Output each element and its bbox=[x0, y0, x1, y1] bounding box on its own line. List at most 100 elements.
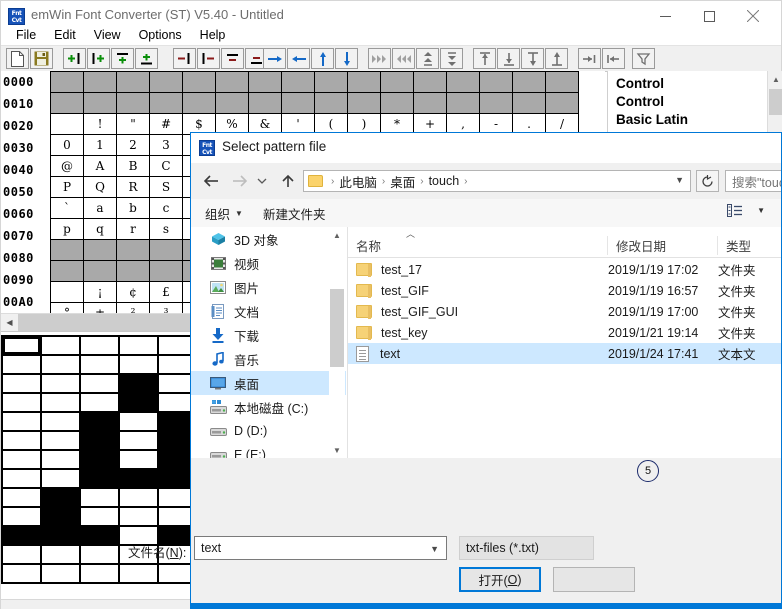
charmap-cell[interactable]: 0 bbox=[51, 135, 84, 156]
bitmap-pixel[interactable] bbox=[120, 451, 159, 470]
charmap-cell[interactable] bbox=[51, 282, 84, 303]
bitmap-pixel[interactable] bbox=[42, 546, 81, 565]
charmap-cell[interactable] bbox=[183, 93, 216, 114]
menu-edit[interactable]: Edit bbox=[45, 26, 85, 44]
delete-char-left-icon[interactable] bbox=[173, 48, 196, 69]
bitmap-pixel[interactable] bbox=[81, 356, 120, 375]
charmap-cell[interactable] bbox=[84, 261, 117, 282]
charmap-cell[interactable] bbox=[513, 93, 546, 114]
bitmap-pixel[interactable] bbox=[81, 451, 120, 470]
charmap-cell[interactable]: 1 bbox=[84, 135, 117, 156]
up-button[interactable] bbox=[275, 168, 301, 194]
save-file-icon[interactable] bbox=[30, 48, 53, 69]
view-layout-icon[interactable] bbox=[727, 204, 743, 217]
bitmap-pixel[interactable] bbox=[81, 527, 120, 546]
breadcrumb-this-pc[interactable]: 此电脑 bbox=[339, 172, 377, 191]
charmap-cell[interactable] bbox=[117, 261, 150, 282]
bitmap-pixel[interactable] bbox=[81, 432, 120, 451]
bitmap-pixel[interactable] bbox=[120, 432, 159, 451]
menu-options[interactable]: Options bbox=[130, 26, 191, 44]
bitmap-pixel[interactable] bbox=[159, 356, 191, 375]
charmap-cell[interactable] bbox=[282, 72, 315, 93]
charmap-cell[interactable]: s bbox=[150, 219, 183, 240]
organize-button[interactable]: 组织 ▼ bbox=[205, 204, 243, 223]
bitmap-pixel[interactable] bbox=[159, 508, 191, 527]
charmap-cell[interactable] bbox=[447, 93, 480, 114]
charmap-cell[interactable]: q bbox=[84, 219, 117, 240]
charmap-cell[interactable] bbox=[117, 72, 150, 93]
bitmap-pixel[interactable] bbox=[42, 432, 81, 451]
charmap-cell[interactable] bbox=[84, 93, 117, 114]
bitmap-pixel[interactable] bbox=[81, 565, 120, 584]
charmap-cell[interactable] bbox=[447, 72, 480, 93]
charmap-cell[interactable] bbox=[150, 261, 183, 282]
bitmap-pixel[interactable] bbox=[42, 375, 81, 394]
charmap-cell[interactable] bbox=[282, 93, 315, 114]
charmap-cell[interactable]: C bbox=[150, 156, 183, 177]
tree-item-9[interactable]: E (E:) bbox=[191, 443, 346, 458]
tree-item-3[interactable]: 文档 bbox=[191, 299, 346, 323]
bitmap-pixel[interactable] bbox=[42, 451, 81, 470]
charmap-cell[interactable]: A bbox=[84, 156, 117, 177]
chevron-up-icon[interactable]: ▲ bbox=[329, 227, 345, 243]
bitmap-pixel[interactable] bbox=[81, 337, 120, 356]
bitmap-pixel[interactable] bbox=[3, 546, 42, 565]
bitmap-pixel[interactable] bbox=[159, 413, 191, 432]
range-item[interactable]: Basic Latin bbox=[608, 111, 782, 129]
charmap-cell[interactable]: p bbox=[51, 219, 84, 240]
bitmap-pixel[interactable] bbox=[3, 356, 42, 375]
bitmap-pixel[interactable] bbox=[42, 508, 81, 527]
bitmap-pixel[interactable] bbox=[81, 508, 120, 527]
navigation-tree[interactable]: 3D 对象视频图片文档下载音乐桌面本地磁盘 (C:)D (D:)E (E:)网络… bbox=[191, 227, 346, 458]
tree-item-0[interactable]: 3D 对象 bbox=[191, 227, 346, 251]
move-top-icon[interactable] bbox=[473, 48, 496, 69]
tree-scrollbar[interactable]: ▲ ▼ bbox=[329, 227, 345, 458]
charmap-cell[interactable] bbox=[414, 72, 447, 93]
forward-button[interactable] bbox=[227, 168, 253, 194]
charmap-cell[interactable]: S bbox=[150, 177, 183, 198]
charmap-cell[interactable]: c bbox=[150, 198, 183, 219]
file-list[interactable]: ︿ 名称 修改日期 类型 test_17 2019/1/19 17:02 文件夹 te… bbox=[347, 227, 781, 458]
bitmap-pixel[interactable] bbox=[3, 470, 42, 489]
bitmap-pixel[interactable] bbox=[3, 489, 42, 508]
scroll-forward-icon[interactable] bbox=[368, 48, 391, 69]
range-item[interactable]: Control bbox=[608, 93, 782, 111]
bitmap-pixel[interactable] bbox=[81, 413, 120, 432]
refresh-button[interactable] bbox=[696, 170, 719, 192]
charmap-cell[interactable]: Q bbox=[84, 177, 117, 198]
charmap-cell[interactable] bbox=[84, 240, 117, 261]
delete-char-right-icon[interactable] bbox=[197, 48, 220, 69]
charmap-cell[interactable]: P bbox=[51, 177, 84, 198]
charmap-cell[interactable]: ` bbox=[51, 198, 84, 219]
bitmap-pixel[interactable] bbox=[159, 432, 191, 451]
back-button[interactable] bbox=[198, 168, 224, 194]
charmap-cell[interactable]: ! bbox=[84, 114, 117, 135]
tab-right-icon[interactable] bbox=[578, 48, 601, 69]
align-top-icon[interactable] bbox=[416, 48, 439, 69]
charmap-cell[interactable] bbox=[150, 240, 183, 261]
charmap-cell[interactable]: ¢ bbox=[117, 282, 150, 303]
chevron-down-icon[interactable]: ▼ bbox=[329, 442, 345, 458]
charmap-cell[interactable]: ± bbox=[84, 303, 117, 313]
bitmap-pixel[interactable] bbox=[159, 375, 191, 394]
charmap-cell[interactable] bbox=[51, 240, 84, 261]
charmap-cell[interactable] bbox=[546, 93, 579, 114]
tree-item-5[interactable]: 音乐 bbox=[191, 347, 346, 371]
charmap-cell[interactable]: B bbox=[117, 156, 150, 177]
menu-help[interactable]: Help bbox=[191, 26, 235, 44]
file-list-row[interactable]: test_GIF 2019/1/19 16:57 文件夹 bbox=[348, 280, 781, 301]
insert-row-below-icon[interactable] bbox=[135, 48, 158, 69]
insert-char-left-icon[interactable] bbox=[63, 48, 86, 69]
charmap-cell[interactable] bbox=[414, 93, 447, 114]
charmap-cell[interactable]: # bbox=[150, 114, 183, 135]
filetype-dropdown[interactable]: txt-files (*.txt) bbox=[459, 536, 594, 560]
bitmap-pixel[interactable] bbox=[3, 432, 42, 451]
bitmap-pixel[interactable] bbox=[42, 527, 81, 546]
bitmap-pixel[interactable] bbox=[3, 394, 42, 413]
insert-char-right-icon[interactable] bbox=[87, 48, 110, 69]
bitmap-pixel[interactable] bbox=[120, 413, 159, 432]
chevron-down-icon[interactable]: ▼ bbox=[430, 544, 439, 554]
bitmap-pixel[interactable] bbox=[120, 508, 159, 527]
charmap-cell[interactable]: a bbox=[84, 198, 117, 219]
file-list-row[interactable]: text 2019/1/24 17:41 文本文 bbox=[348, 343, 781, 364]
